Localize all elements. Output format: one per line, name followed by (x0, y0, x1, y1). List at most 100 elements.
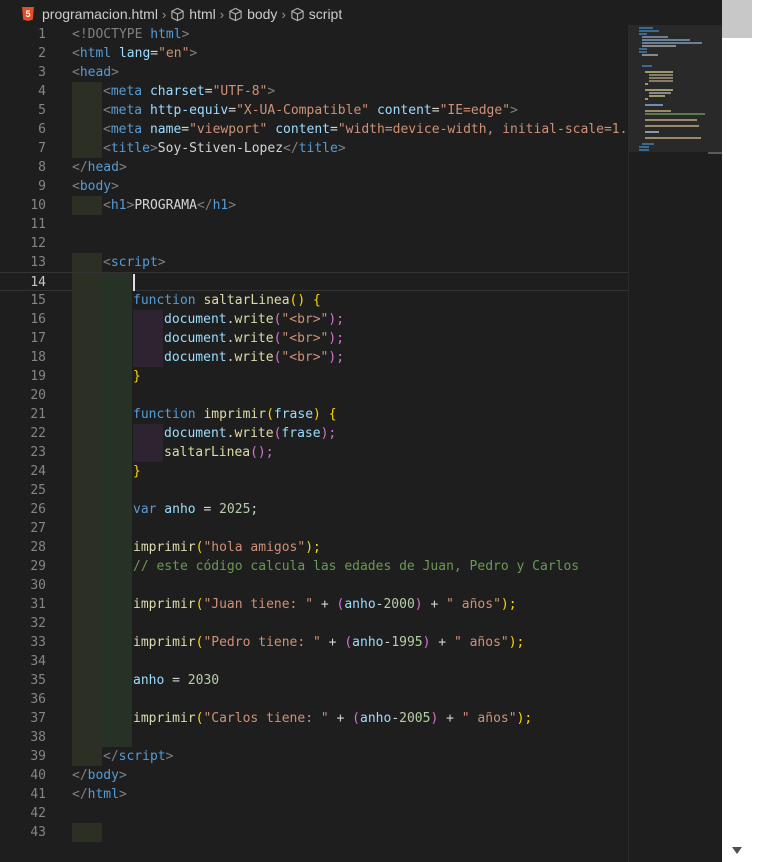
code-editor[interactable]: 1 <!DOCTYPE html> 2 <html lang="en"> 3 <… (0, 25, 628, 862)
minimap-line (645, 104, 663, 106)
code-line[interactable]: 37 imprimir("Carlos tiene: " + (anho-200… (0, 709, 628, 728)
line-number: 42 (30, 806, 46, 821)
code-line[interactable]: 26 var anho = 2025; (0, 500, 628, 519)
code-line[interactable]: 28 imprimir("hola amigos"); (0, 538, 628, 557)
line-number: 15 (30, 293, 46, 308)
code-line[interactable]: 19 } (0, 367, 628, 386)
code-text: <meta charset="UTF-8"> (103, 84, 276, 99)
line-number: 36 (30, 692, 46, 707)
code-line[interactable]: 4 <meta charset="UTF-8"> (0, 82, 628, 101)
line-number: 2 (38, 46, 46, 61)
line-number: 11 (30, 217, 46, 232)
code-line[interactable]: 27 (0, 519, 628, 538)
code-line-active[interactable]: 14 (0, 272, 628, 292)
code-line[interactable]: 24 } (0, 462, 628, 481)
minimap-line (649, 80, 673, 82)
code-line[interactable]: 43 (0, 823, 628, 842)
code-line[interactable]: 11 (0, 215, 628, 234)
code-text: <head> (72, 65, 119, 80)
minimap-line (639, 149, 649, 151)
breadcrumb-item-body[interactable]: body (228, 6, 277, 22)
code-line[interactable]: 17 document.write("<br>"); (0, 329, 628, 348)
code-text: imprimir("hola amigos"); (133, 540, 321, 555)
minimap-line (645, 89, 673, 91)
code-line[interactable]: 16 document.write("<br>"); (0, 310, 628, 329)
code-line[interactable]: 21 function imprimir(frase) { (0, 405, 628, 424)
code-line[interactable]: 39 </script> (0, 747, 628, 766)
indent-guide (72, 557, 102, 576)
minimap[interactable] (628, 25, 723, 862)
code-text: saltarLinea(); (164, 445, 274, 460)
line-number: 3 (38, 65, 46, 80)
code-line[interactable]: 31 imprimir("Juan tiene: " + (anho-2000)… (0, 595, 628, 614)
code-line[interactable]: 2 <html lang="en"> (0, 44, 628, 63)
code-line[interactable]: 5 <meta http-equiv="X-UA-Compatible" con… (0, 101, 628, 120)
cube-icon (171, 7, 184, 21)
code-line[interactable]: 13 <script> (0, 253, 628, 272)
text-cursor (133, 274, 135, 291)
code-line[interactable]: 12 (0, 234, 628, 253)
scroll-down-arrow-icon[interactable] (732, 847, 742, 854)
cube-icon (229, 7, 242, 21)
code-line[interactable]: 38 (0, 728, 628, 747)
indent-guide (72, 443, 102, 462)
indent-guide (102, 538, 132, 557)
code-text: anho = 2030 (133, 673, 220, 688)
vertical-scrollbar[interactable] (722, 0, 768, 862)
breadcrumb-file[interactable]: 5 programacion.html (0, 6, 158, 22)
line-number: 39 (30, 749, 46, 764)
code-line[interactable]: 8 </head> (0, 158, 628, 177)
minimap-line (645, 131, 659, 133)
line-number: 7 (38, 141, 46, 156)
code-line[interactable]: 10 <h1>PROGRAMA</h1> (0, 196, 628, 215)
code-text: </head> (72, 160, 127, 175)
line-number: 22 (30, 426, 46, 441)
indent-guide (72, 310, 102, 329)
code-line[interactable]: 1 <!DOCTYPE html> (0, 25, 628, 44)
code-line[interactable]: 40 </body> (0, 766, 628, 785)
minimap-line (645, 137, 701, 139)
line-number: 25 (30, 483, 46, 498)
code-line[interactable]: 41 </html> (0, 785, 628, 804)
code-line[interactable]: 29 // este código calcula las edades de … (0, 557, 628, 576)
minimap-line (642, 36, 668, 38)
code-line[interactable]: 18 document.write("<br>"); (0, 348, 628, 367)
code-line[interactable]: 33 imprimir("Pedro tiene: " + (anho-1995… (0, 633, 628, 652)
code-line[interactable]: 32 (0, 614, 628, 633)
html5-icon: 5 (22, 7, 34, 21)
indent-guide (102, 348, 132, 367)
indent-guide (72, 633, 102, 652)
code-line[interactable]: 7 <title>Soy-Stiven-Lopez</title> (0, 139, 628, 158)
breadcrumb-item-script[interactable]: script (290, 6, 342, 22)
code-line[interactable]: 9 <body> (0, 177, 628, 196)
line-number: 1 (38, 27, 46, 42)
code-line[interactable]: 22 document.write(frase); (0, 424, 628, 443)
indent-guide (72, 82, 102, 101)
code-line[interactable]: 42 (0, 804, 628, 823)
code-line[interactable]: 3 <head> (0, 63, 628, 82)
code-line[interactable]: 25 (0, 481, 628, 500)
code-text: document.write("<br>"); (164, 312, 345, 327)
indent-guide (72, 462, 102, 481)
code-line[interactable]: 35 anho = 2030 (0, 671, 628, 690)
indent-guide (133, 310, 163, 329)
code-line[interactable]: 15 function saltarLinea() { (0, 291, 628, 310)
code-line[interactable]: 6 <meta name="viewport" content="width=d… (0, 120, 628, 139)
line-number: 20 (30, 388, 46, 403)
breadcrumb-item-html[interactable]: html (170, 6, 216, 22)
code-line[interactable]: 36 (0, 690, 628, 709)
minimap-line (645, 113, 705, 115)
code-line[interactable]: 34 (0, 652, 628, 671)
code-line[interactable]: 20 (0, 386, 628, 405)
code-text: <title>Soy-Stiven-Lopez</title> (103, 141, 346, 156)
indent-guide (72, 196, 102, 215)
indent-guide (72, 614, 102, 633)
scrollbar-thumb[interactable] (722, 0, 752, 38)
indent-guide (72, 101, 102, 120)
code-line[interactable]: 23 saltarLinea(); (0, 443, 628, 462)
code-comment: // este código calcula las edades de Jua… (133, 559, 580, 574)
code-line[interactable]: 30 (0, 576, 628, 595)
chevron-right-icon: › (219, 6, 225, 22)
line-number: 21 (30, 407, 46, 422)
indent-guide (102, 291, 132, 310)
